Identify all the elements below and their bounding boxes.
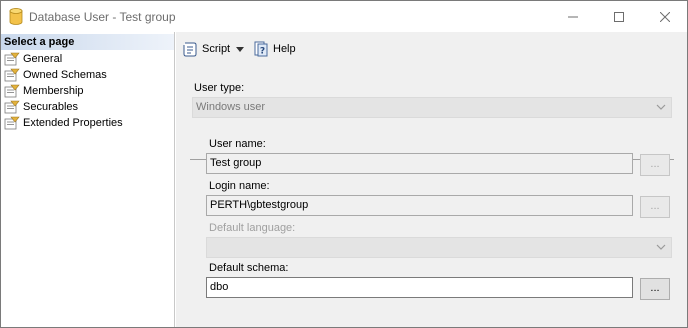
script-label: Script — [202, 43, 231, 55]
chevron-down-icon — [656, 104, 666, 110]
page-icon — [4, 100, 20, 114]
toolbar: Script ? Help — [176, 32, 687, 64]
dialog-window: Database User - Test group Select a page… — [0, 0, 688, 328]
maximize-icon — [614, 11, 624, 22]
database-icon — [9, 8, 23, 25]
close-icon — [660, 11, 670, 22]
default-schema-label: Default schema: — [209, 262, 289, 274]
user-name-label: User name: — [209, 138, 266, 150]
nav-item-label: Securables — [23, 101, 79, 113]
default-schema-value: dbo — [210, 281, 229, 293]
user-name-value: Test group — [210, 157, 262, 169]
script-icon — [183, 42, 197, 57]
default-language-label: Default language: — [209, 222, 296, 234]
login-name-browse-button[interactable]: ... — [640, 196, 670, 218]
nav-item-membership[interactable]: Membership — [4, 83, 84, 99]
browse-label: ... — [650, 200, 660, 212]
nav-item-extended-properties[interactable]: Extended Properties — [4, 115, 123, 131]
maximize-button[interactable] — [596, 1, 642, 32]
minimize-button[interactable] — [550, 1, 596, 32]
default-schema-field[interactable]: dbo — [206, 277, 633, 298]
close-button[interactable] — [642, 1, 688, 32]
select-page-pane: Select a page General Owned Schemas Memb… — [1, 32, 175, 327]
user-type-label: User type: — [194, 82, 245, 94]
dropdown-arrow-icon[interactable] — [236, 46, 245, 52]
help-label: Help — [273, 43, 296, 55]
properties-pane: Script ? Help User type: Windows user Us… — [176, 32, 687, 327]
help-button[interactable]: ? Help — [253, 40, 296, 58]
title-bar[interactable]: Database User - Test group — [1, 1, 687, 32]
page-icon — [4, 68, 20, 82]
user-name-field[interactable]: Test group — [206, 153, 633, 174]
chevron-down-icon — [656, 244, 666, 250]
script-button[interactable]: Script — [182, 40, 245, 58]
nav-item-owned-schemas[interactable]: Owned Schemas — [4, 67, 107, 83]
user-name-browse-button[interactable]: ... — [640, 154, 670, 176]
default-schema-browse-button[interactable]: ... — [640, 278, 670, 300]
nav-item-label: Owned Schemas — [23, 69, 107, 81]
browse-label: ... — [650, 158, 660, 170]
login-name-value: PERTH\gbtestgroup — [210, 199, 309, 211]
nav-item-general[interactable]: General — [4, 51, 62, 67]
page-icon — [4, 84, 20, 98]
page-icon — [4, 52, 20, 66]
page-icon — [4, 116, 20, 130]
user-type-select[interactable]: Windows user — [192, 97, 672, 118]
login-name-label: Login name: — [209, 180, 270, 192]
general-page: User type: Windows user User name: Test … — [176, 65, 687, 327]
nav-item-securables[interactable]: Securables — [4, 99, 78, 115]
select-page-header: Select a page — [1, 34, 174, 50]
default-language-select[interactable] — [206, 237, 672, 258]
minimize-icon — [568, 16, 578, 17]
svg-text:?: ? — [260, 47, 265, 57]
browse-label: ... — [650, 282, 660, 294]
nav-item-label: Extended Properties — [23, 117, 123, 129]
user-type-value: Windows user — [196, 101, 266, 113]
login-name-field[interactable]: PERTH\gbtestgroup — [206, 195, 633, 216]
help-icon: ? — [254, 41, 268, 57]
window-title: Database User - Test group — [29, 10, 176, 24]
nav-item-label: General — [23, 53, 63, 65]
nav-item-label: Membership — [23, 85, 84, 97]
